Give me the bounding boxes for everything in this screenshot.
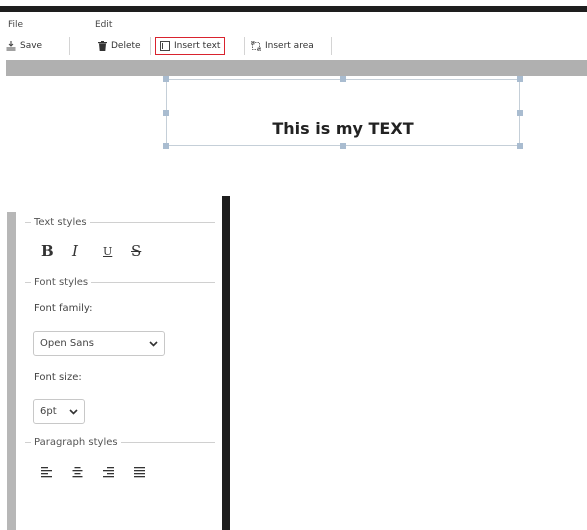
resize-handle-top[interactable] bbox=[340, 76, 346, 82]
toolbar-separator bbox=[331, 37, 332, 55]
paragraph-styles-title: Paragraph styles bbox=[25, 437, 215, 448]
top-bar bbox=[0, 6, 587, 12]
insert-area-button[interactable]: Insert area bbox=[251, 38, 314, 54]
font-size-label: Font size: bbox=[34, 372, 82, 383]
align-center-icon[interactable] bbox=[72, 463, 84, 478]
font-family-value: Open Sans bbox=[40, 338, 94, 349]
font-family-select[interactable]: Open Sans bbox=[33, 331, 165, 356]
text-styles-title: Text styles bbox=[25, 217, 215, 228]
align-left-icon[interactable] bbox=[41, 463, 53, 478]
chevron-down-icon bbox=[149, 339, 158, 351]
resize-handle-bottom[interactable] bbox=[340, 143, 346, 149]
insert-text-button[interactable]: Insert text bbox=[155, 37, 226, 55]
toolbar-separator bbox=[150, 37, 151, 55]
insert-text-label: Insert text bbox=[174, 41, 221, 51]
resize-handle-top-left[interactable] bbox=[163, 76, 169, 82]
save-icon bbox=[6, 41, 16, 51]
strikethrough-button[interactable]: S bbox=[131, 242, 141, 260]
panel-divider bbox=[222, 196, 230, 530]
font-size-value: 6pt bbox=[40, 406, 57, 417]
text-element-content[interactable]: This is my TEXT bbox=[167, 119, 519, 138]
menu-edit[interactable]: Edit bbox=[95, 20, 112, 30]
text-element[interactable]: This is my TEXT bbox=[163, 76, 523, 149]
toolbar-separator bbox=[69, 37, 70, 55]
save-button[interactable]: Save bbox=[6, 38, 42, 54]
toolbar: Save Delete Insert text Insert area bbox=[0, 36, 587, 56]
resize-handle-top-right[interactable] bbox=[517, 76, 523, 82]
resize-handle-bottom-left[interactable] bbox=[163, 143, 169, 149]
resize-handle-right[interactable] bbox=[517, 110, 523, 116]
align-justify-icon[interactable] bbox=[134, 463, 146, 478]
save-label: Save bbox=[20, 41, 43, 51]
align-right-icon[interactable] bbox=[103, 463, 115, 478]
trash-icon bbox=[97, 41, 107, 51]
underline-button[interactable]: U bbox=[103, 245, 112, 258]
panel-scrollbar[interactable] bbox=[7, 212, 16, 530]
font-family-label: Font family: bbox=[34, 303, 93, 314]
resize-handle-bottom-right[interactable] bbox=[517, 143, 523, 149]
delete-label: Delete bbox=[111, 41, 141, 51]
bold-button[interactable]: B bbox=[41, 242, 54, 260]
insert-area-label: Insert area bbox=[265, 41, 314, 51]
chevron-down-icon bbox=[69, 407, 78, 419]
delete-button[interactable]: Delete bbox=[97, 38, 141, 54]
menu-file[interactable]: File bbox=[8, 20, 23, 30]
italic-button[interactable]: I bbox=[72, 242, 78, 260]
area-frame-icon bbox=[251, 41, 261, 51]
canvas-header-band bbox=[6, 60, 587, 76]
font-styles-title: Font styles bbox=[25, 277, 215, 288]
font-size-select[interactable]: 6pt bbox=[33, 399, 85, 424]
resize-handle-left[interactable] bbox=[163, 110, 169, 116]
text-frame-icon bbox=[160, 41, 170, 51]
toolbar-separator bbox=[244, 37, 245, 55]
